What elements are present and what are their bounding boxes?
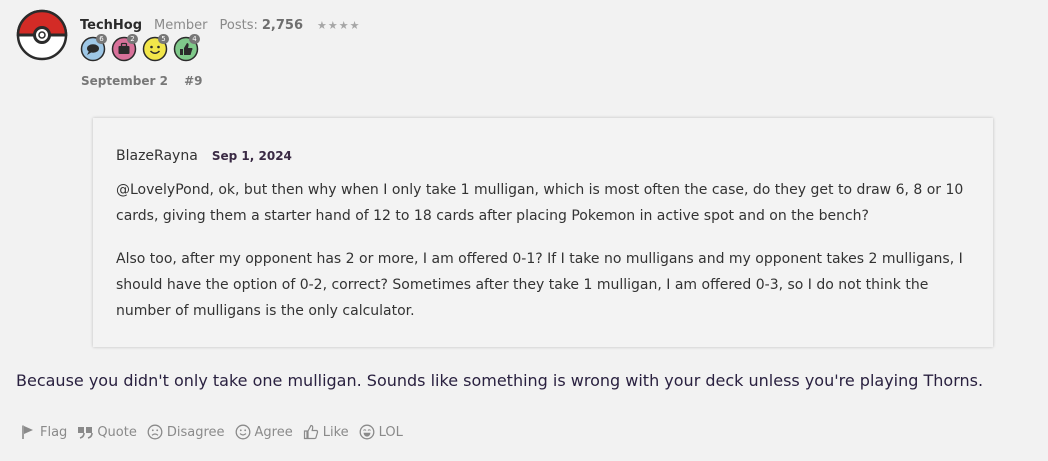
like-button[interactable]: Like <box>303 424 349 440</box>
thumbs-up-icon <box>303 424 319 440</box>
post-actions: Flag Quote Disagree Agree Like LOL <box>20 424 413 440</box>
quote-button[interactable]: Quote <box>77 424 137 440</box>
author-info: TechHog Member Posts: 2,756 ★★★★ <box>80 15 360 35</box>
lol-button[interactable]: LOL <box>359 424 403 440</box>
briefcase-badge-icon[interactable]: 2 <box>111 34 138 62</box>
lol-label: LOL <box>378 424 403 440</box>
flag-button[interactable]: Flag <box>20 424 67 440</box>
badge-count: 2 <box>127 34 138 44</box>
agree-label: Agree <box>254 424 293 440</box>
pokeball-icon <box>16 9 68 61</box>
badge-count: 4 <box>189 34 200 44</box>
quote-paragraph: Also too, after my opponent has 2 or mor… <box>116 251 963 319</box>
avatar[interactable] <box>16 9 68 61</box>
like-label: Like <box>322 424 349 440</box>
disagree-label: Disagree <box>166 424 225 440</box>
thumbs-up-badge-icon[interactable]: 4 <box>173 34 200 62</box>
post-number[interactable]: #9 <box>184 74 202 88</box>
smiley-badge-icon[interactable]: 5 <box>142 34 169 62</box>
post-date[interactable]: September 2 <box>81 74 168 88</box>
author-name[interactable]: TechHog <box>80 18 142 33</box>
flag-icon <box>20 424 36 440</box>
quote-body: @LovelyPond, ok, but then why when I onl… <box>116 177 986 324</box>
quote-date[interactable]: Sep 1, 2024 <box>212 149 292 163</box>
quote-paragraph: @LovelyPond, ok, but then why when I onl… <box>116 182 964 224</box>
quote-block: BlazeRayna Sep 1, 2024 @LovelyPond, ok, … <box>93 118 993 347</box>
frown-icon <box>147 424 163 440</box>
quote-label: Quote <box>97 424 137 440</box>
badge-count: 5 <box>158 34 169 44</box>
quote-icon <box>77 424 94 440</box>
quote-header: BlazeRayna Sep 1, 2024 <box>116 145 292 164</box>
post-meta: September 2 #9 <box>81 74 203 88</box>
badge-count: 6 <box>96 34 107 44</box>
smile-icon <box>235 424 251 440</box>
posts-count: 2,756 <box>261 17 304 33</box>
disagree-button[interactable]: Disagree <box>147 424 225 440</box>
posts-label: Posts: <box>219 17 258 33</box>
quote-author[interactable]: BlazeRayna <box>116 148 198 164</box>
flag-label: Flag <box>40 424 68 440</box>
rank-stars: ★★★★ <box>317 18 361 32</box>
speech-bubble-badge-icon[interactable]: 6 <box>80 34 107 62</box>
badge-list: 6 2 5 4 <box>80 34 200 62</box>
author-role: Member <box>154 17 208 33</box>
post-body: Because you didn't only take one mulliga… <box>16 371 984 390</box>
laugh-icon <box>359 424 375 440</box>
agree-button[interactable]: Agree <box>235 424 293 440</box>
